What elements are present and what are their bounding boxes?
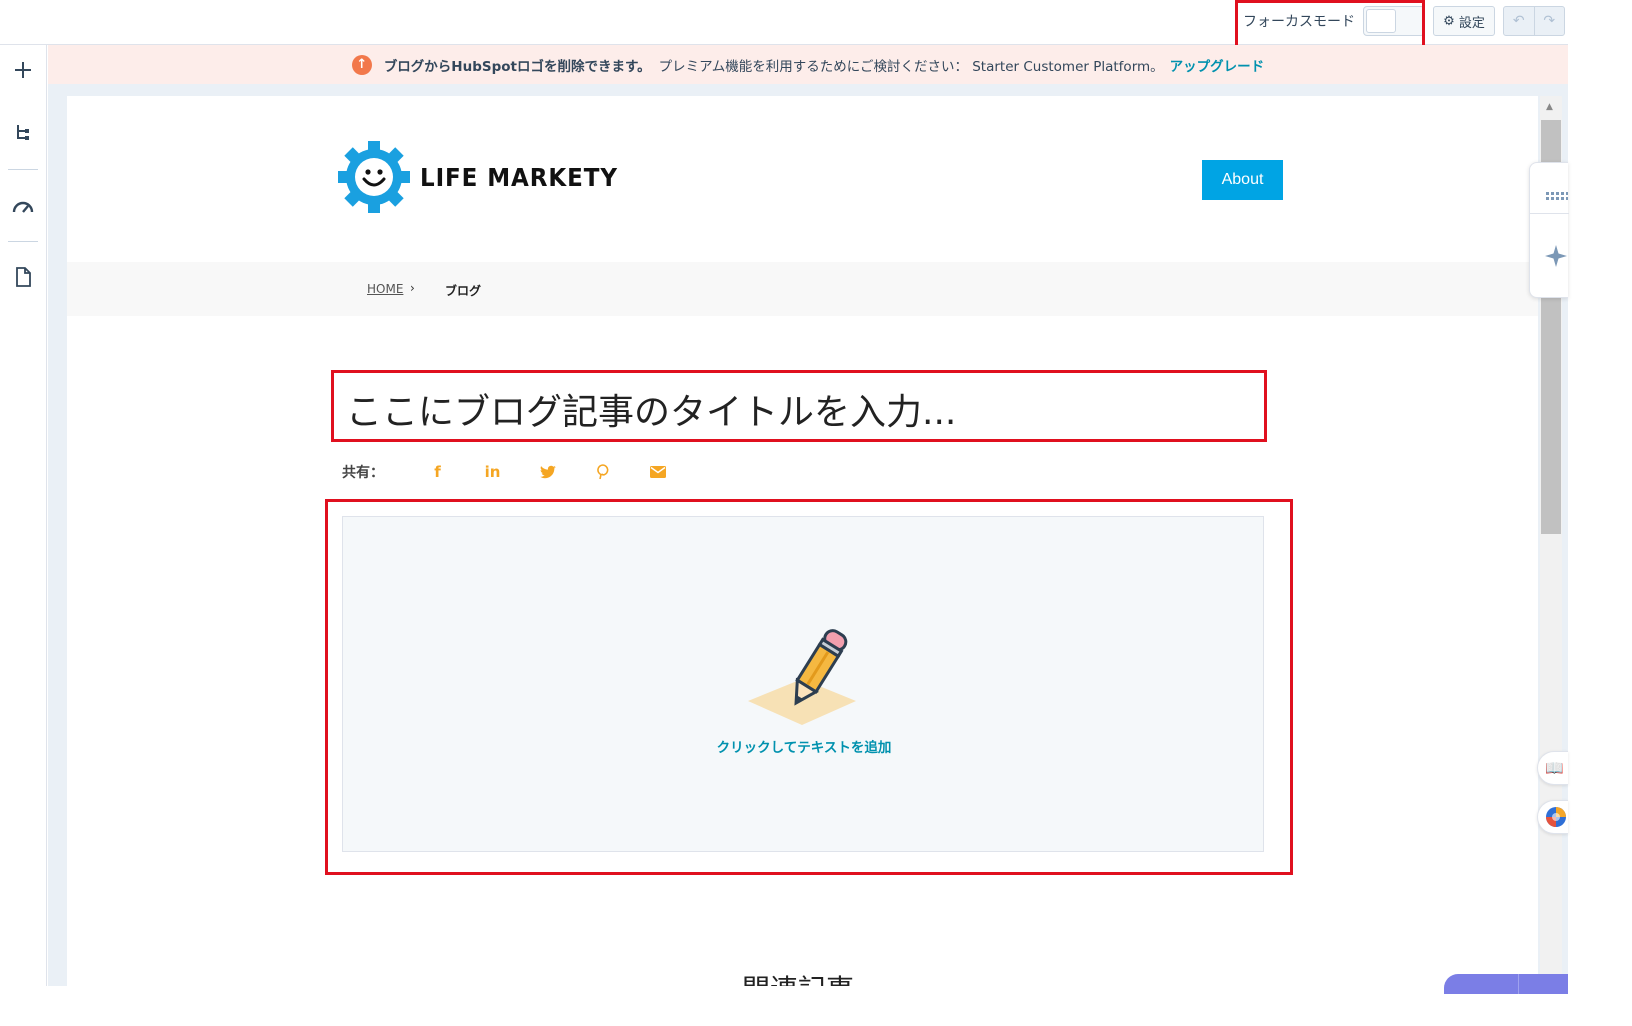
settings-button[interactable]: ⚙ 設定 — [1433, 6, 1495, 36]
grid-dots-icon[interactable] — [1546, 185, 1568, 204]
scroll-up-icon[interactable]: ▲ — [1546, 102, 1553, 112]
post-title-placeholder: ここにブログ記事のタイトルを入力... — [346, 392, 957, 433]
knowledge-book-button[interactable]: 📖 — [1537, 751, 1568, 785]
breadcrumb-separator: › — [410, 281, 415, 295]
extension-globe-button[interactable] — [1537, 800, 1568, 834]
logo-text: LIFE MARKETY — [420, 162, 618, 192]
gear-icon: ⚙ — [1443, 13, 1455, 29]
upgrade-banner: ↑ ブログからHubSpotロゴを削除できます。 プレミアム機能を利用するために… — [48, 45, 1568, 84]
site-logo[interactable]: LIFE MARKETY — [336, 139, 635, 215]
pinterest-icon[interactable] — [575, 464, 630, 480]
banner-bold-text: ブログからHubSpotロゴを削除できます。 — [383, 58, 651, 75]
panel-divider — [1530, 213, 1569, 214]
help-button[interactable] — [1444, 974, 1568, 994]
help-divider — [1518, 974, 1519, 994]
optimize-gauge-icon[interactable] — [10, 193, 36, 219]
globe-icon — [1546, 807, 1566, 827]
page-icon[interactable] — [10, 264, 36, 290]
banner-text: プレミアム機能を利用するためにご検討ください： Starter Customer… — [658, 58, 1164, 75]
upgrade-link[interactable]: アップグレード — [1170, 55, 1265, 75]
rail-divider — [8, 241, 38, 242]
add-text-prompt[interactable]: クリックしてテキストを追加 — [343, 736, 1265, 756]
gear-smiley-logo-icon — [338, 141, 410, 213]
linkedin-icon[interactable]: in — [465, 463, 520, 481]
undo-button[interactable]: ↶ — [1504, 7, 1534, 35]
rail-divider — [8, 169, 38, 170]
upgrade-arrow-icon: ↑ — [351, 54, 372, 75]
breadcrumb: HOME › ブログ — [67, 262, 1538, 316]
rich-text-placeholder[interactable]: クリックしてテキストを追加 — [342, 516, 1264, 852]
share-bar: 共有： f in — [342, 461, 685, 483]
layers-tree-icon[interactable] — [10, 119, 36, 145]
nav-about-button[interactable]: About — [1202, 160, 1283, 200]
pencil-icon — [748, 629, 856, 725]
undo-redo-group: ↶ ↷ — [1503, 6, 1565, 36]
right-side-panel — [1529, 162, 1569, 298]
left-rail — [0, 45, 47, 986]
share-label: 共有： — [342, 465, 384, 481]
ai-sparkle-icon[interactable] — [1545, 245, 1567, 271]
post-body-area[interactable]: クリックしてテキストを追加 — [325, 499, 1293, 875]
facebook-icon[interactable]: f — [410, 463, 465, 481]
add-icon[interactable] — [10, 57, 36, 83]
settings-label: 設定 — [1458, 15, 1485, 31]
breadcrumb-current: ブログ — [445, 284, 482, 298]
email-icon[interactable] — [630, 466, 685, 478]
blog-page-preview: LIFE MARKETY About HOME › ブログ ここにブログ記事のタ… — [67, 96, 1538, 986]
related-posts-heading: 関連記事 — [742, 968, 854, 986]
post-title-field[interactable]: ここにブログ記事のタイトルを入力... — [331, 370, 1267, 442]
book-icon: 📖 — [1545, 759, 1564, 777]
twitter-icon[interactable] — [520, 465, 575, 479]
breadcrumb-home-link[interactable]: HOME — [367, 282, 403, 296]
redo-button[interactable]: ↷ — [1533, 7, 1565, 35]
